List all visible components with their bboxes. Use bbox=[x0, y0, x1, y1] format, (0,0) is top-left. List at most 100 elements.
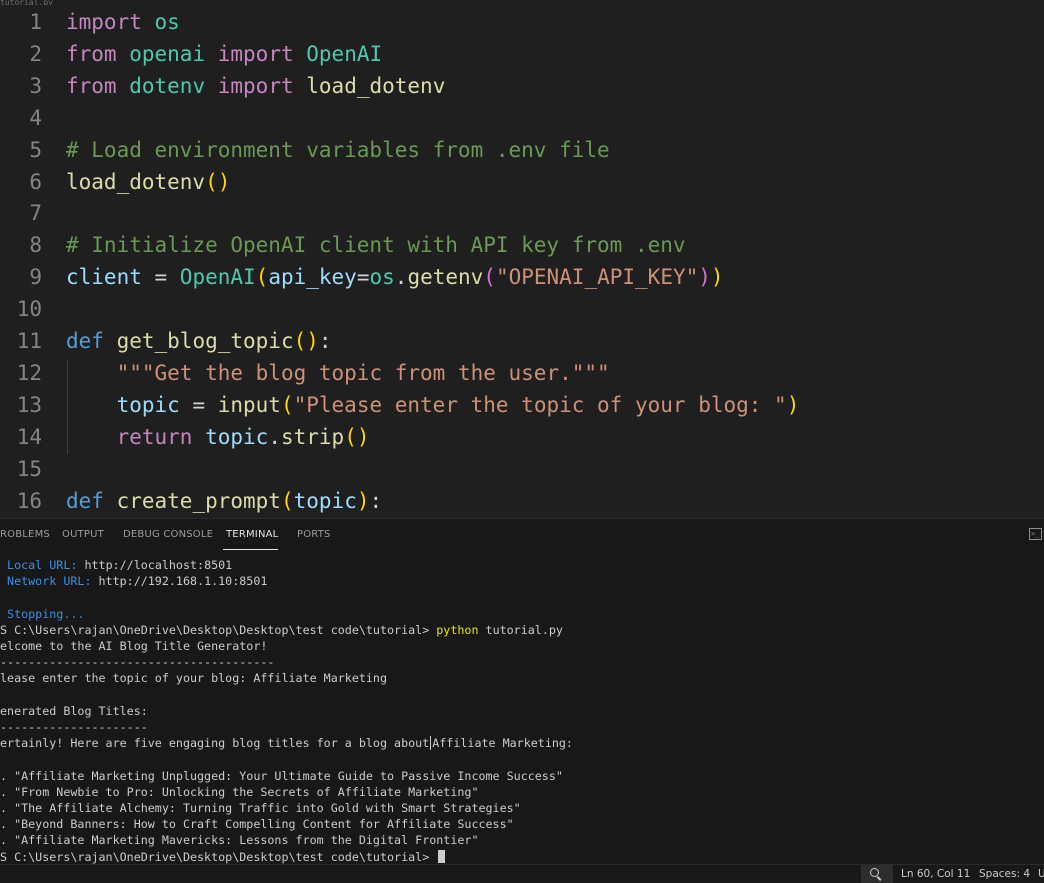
terminal-text: Affiliate Marketing: bbox=[432, 736, 573, 751]
terminal-text: S C:\Users\rajan\OneDrive\Desktop\Deskto… bbox=[0, 849, 437, 864]
terminal-text: python bbox=[436, 622, 479, 637]
code-text: from dotenv import load_dotenv bbox=[66, 70, 445, 102]
code-token: ( bbox=[483, 265, 496, 290]
terminal-line: ertainly! Here are five engaging blog ti… bbox=[0, 735, 573, 751]
line-number: 4 bbox=[29, 105, 42, 130]
code-text: import os bbox=[66, 6, 180, 38]
line-number: 1 bbox=[29, 10, 42, 34]
terminal-text: http://192.168.1.10:8501 bbox=[98, 574, 268, 589]
line-number: 9 bbox=[29, 265, 42, 290]
code-token: () bbox=[344, 424, 370, 449]
terminal-line: Stopping... bbox=[0, 606, 84, 622]
line-number: 3 bbox=[29, 73, 42, 98]
code-token: load_dotenv bbox=[66, 169, 206, 194]
terminal-line: . "Beyond Banners: How to Craft Compelli… bbox=[0, 816, 514, 832]
code-token: ) bbox=[786, 392, 800, 417]
line-number: 7 bbox=[29, 201, 42, 226]
code-text: # Load environment variables from .env f… bbox=[66, 134, 610, 166]
code-token: . bbox=[394, 265, 408, 290]
line-number: 6 bbox=[29, 169, 42, 194]
active-tab-indicator bbox=[223, 549, 278, 550]
code-token: ( bbox=[280, 392, 294, 417]
terminal-line: Local URL: http://localhost:8501 bbox=[0, 557, 232, 573]
code-token: "OPENAI_API_KEY" bbox=[495, 265, 699, 290]
tab-ports[interactable]: PORTS bbox=[297, 529, 331, 540]
terminal-line: Network URL: http://192.168.1.10:8501 bbox=[0, 573, 267, 589]
terminal-line: elcome to the AI Blog Title Generator! bbox=[0, 638, 267, 654]
tab-terminal[interactable]: TERMINAL bbox=[226, 529, 278, 540]
code-token: """Get the blog topic from the user.""" bbox=[116, 360, 610, 385]
code-token: . bbox=[268, 424, 281, 449]
terminal-text: S C:\Users\rajan\OneDrive\Desktop\Deskto… bbox=[0, 622, 437, 637]
code-token: = bbox=[141, 265, 180, 290]
code-token: api_key bbox=[268, 265, 357, 290]
code-token: client bbox=[66, 265, 142, 290]
tab-output[interactable]: OUTPUT bbox=[62, 529, 104, 540]
code-text: topic = input("Please enter the topic of… bbox=[66, 389, 800, 421]
tab-debug-console[interactable]: DEBUG CONSOLE bbox=[123, 529, 213, 540]
code-token: os bbox=[369, 265, 395, 290]
code-token: get_blog_topic bbox=[116, 329, 294, 353]
line-number: 2 bbox=[29, 41, 42, 66]
line-number: 8 bbox=[29, 233, 42, 258]
line-number: 12 bbox=[16, 360, 42, 385]
code-text: def create_prompt(topic): bbox=[66, 485, 382, 517]
terminal-text: elcome to the AI Blog Title Generator! bbox=[0, 639, 268, 653]
code-token: : bbox=[369, 488, 383, 513]
code-token: strip bbox=[280, 424, 345, 449]
code-token: topic bbox=[116, 392, 180, 417]
cursor-position[interactable]: Ln 60, Col 11 bbox=[901, 868, 970, 880]
tab-problems[interactable]: ROBLEMS bbox=[0, 529, 50, 540]
terminal-cursor bbox=[438, 849, 446, 863]
encoding-setting[interactable]: U bbox=[1038, 868, 1044, 880]
code-token: def bbox=[66, 329, 104, 353]
terminal-text: . "Beyond Banners: How to Craft Compelli… bbox=[0, 817, 514, 832]
line-number: 13 bbox=[16, 392, 42, 417]
code-token: import bbox=[217, 41, 294, 66]
code-token: () bbox=[205, 169, 231, 194]
editor-tab[interactable]: tutorial.py bbox=[0, 0, 90, 5]
code-token: import bbox=[66, 10, 142, 34]
code-text: load_dotenv() bbox=[66, 166, 230, 198]
code-token: from bbox=[66, 73, 117, 98]
terminal-text: tutorial.py bbox=[478, 622, 563, 637]
terminal-line: --------------------------------------- bbox=[0, 654, 274, 670]
code-token: import bbox=[217, 73, 294, 98]
terminal-text: . "Affiliate Marketing Mavericks: Lesson… bbox=[0, 833, 479, 848]
terminal-text: --------------------- bbox=[0, 720, 148, 734]
terminal-text: . "Affiliate Marketing Unplugged: Your U… bbox=[0, 768, 563, 783]
terminal-line: . "Affiliate Marketing Unplugged: Your U… bbox=[0, 768, 563, 784]
zoom-icon[interactable] bbox=[870, 868, 879, 877]
terminal-text: Local URL: bbox=[0, 558, 85, 572]
code-token: ) bbox=[710, 265, 724, 290]
code-token: getenv bbox=[407, 265, 484, 290]
code-token: = bbox=[356, 265, 370, 290]
code-token: OpenAI bbox=[306, 41, 383, 66]
code-token: def bbox=[66, 488, 104, 513]
code-text: # Initialize OpenAI client with API key … bbox=[66, 229, 686, 261]
code-token: dotenv bbox=[129, 73, 206, 98]
terminal-text: . "The Affiliate Alchemy: Turning Traffi… bbox=[0, 801, 521, 815]
code-token: topic bbox=[293, 488, 357, 513]
code-text: """Get the blog topic from the user.""" bbox=[66, 357, 610, 389]
indentation-setting[interactable]: Spaces: 4 bbox=[979, 868, 1030, 880]
code-token: load_dotenv bbox=[306, 73, 446, 98]
code-token: os bbox=[154, 10, 180, 34]
terminal-text: lease enter the topic of your blog: Affi… bbox=[0, 671, 388, 686]
terminal-line: . "Affiliate Marketing Mavericks: Lesson… bbox=[0, 832, 478, 848]
code-token: = bbox=[179, 392, 218, 417]
line-number: 10 bbox=[16, 297, 42, 322]
code-token: OpenAI bbox=[179, 265, 256, 290]
line-number: 15 bbox=[16, 456, 42, 481]
code-token: # Load environment variables from .env f… bbox=[66, 137, 610, 162]
terminal-icon[interactable]: >_ bbox=[1029, 528, 1042, 540]
terminal-text: ertainly! Here are five engaging blog ti… bbox=[0, 736, 430, 751]
code-editor[interactable]: tutorial.py 1 import os 2 from openai impor… bbox=[0, 0, 1044, 518]
